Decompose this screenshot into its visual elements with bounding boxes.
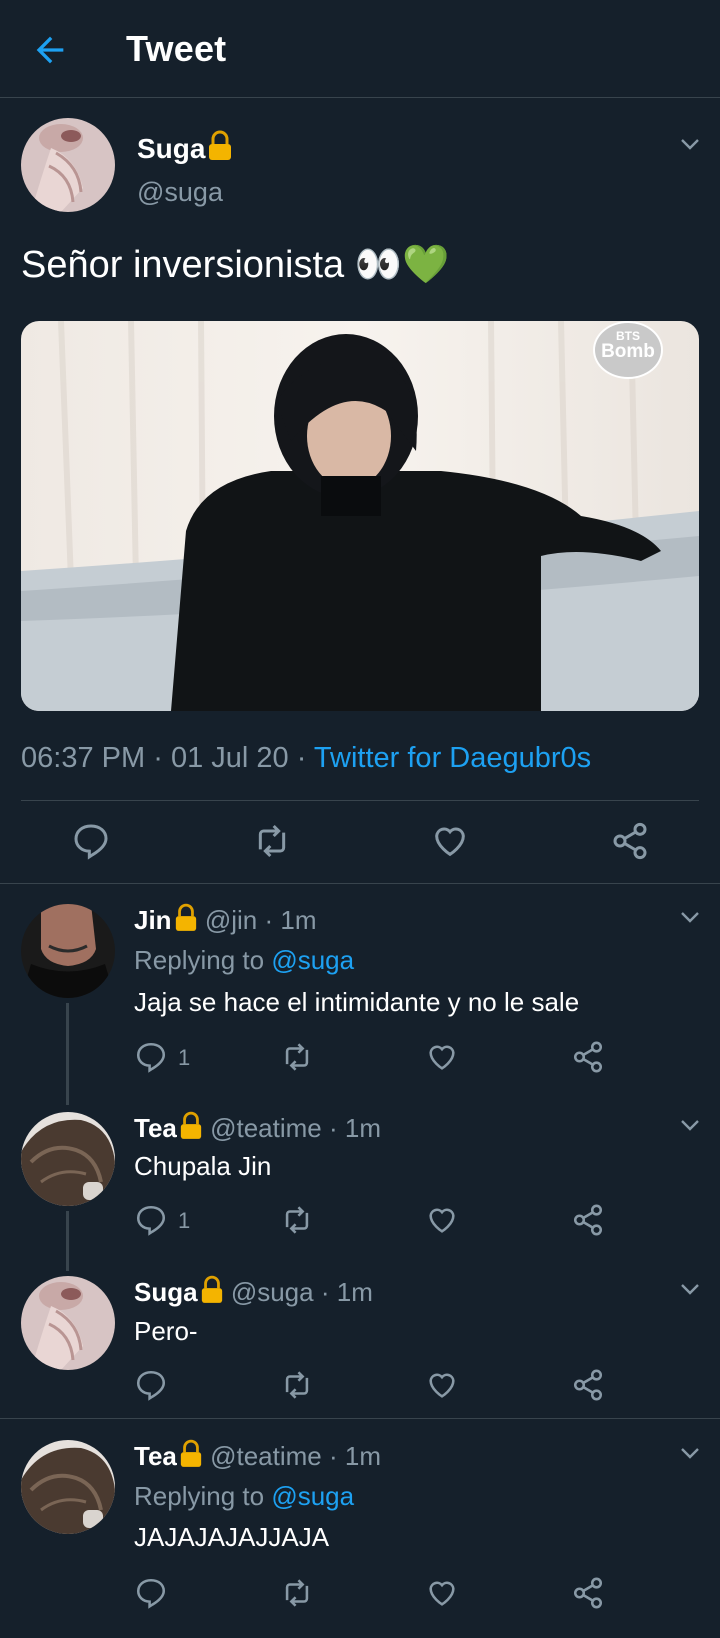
reply-author-handle[interactable]: @teatime — [210, 1441, 322, 1471]
tweet-media-image[interactable]: BTS Bomb — [21, 321, 699, 711]
reply-author-name[interactable]: Tea — [134, 1113, 177, 1143]
reply-icon[interactable] — [134, 1576, 168, 1610]
like-heart-icon[interactable] — [430, 821, 470, 861]
replying-to-link[interactable]: @suga — [271, 945, 354, 975]
reply-icon[interactable] — [134, 1368, 168, 1402]
reply-text: Chupala Jin — [134, 1151, 272, 1181]
tweet-text: Señor inversionista 👀💚 — [21, 244, 450, 286]
reply-author-name[interactable]: Tea — [134, 1441, 177, 1471]
reply-author-handle[interactable]: @teatime — [210, 1113, 322, 1143]
share-icon[interactable] — [571, 1368, 605, 1402]
retweet-icon[interactable] — [280, 1576, 314, 1610]
tweet-date: 01 Jul 20 — [170, 742, 289, 774]
author-handle[interactable]: @suga — [137, 177, 223, 208]
reply-icon[interactable] — [134, 1040, 168, 1074]
reply-header: Jin @jin · 1m — [134, 903, 317, 935]
divider — [0, 1418, 720, 1419]
replying-to: Replying to @suga — [134, 945, 355, 975]
replying-to: Replying to @suga — [134, 1481, 355, 1511]
page-title: Tweet — [126, 28, 227, 69]
replying-to-link[interactable]: @suga — [271, 1481, 354, 1511]
tweet-meta: 06:37 PM · 01 Jul 20 · Twitter for Daegu… — [21, 742, 592, 774]
chevron-down-icon[interactable] — [678, 1277, 702, 1301]
reply-time: 1m — [344, 1113, 382, 1143]
reply-count: 1 — [178, 1045, 191, 1070]
lock-icon — [180, 1439, 202, 1467]
avatar-tea[interactable] — [21, 1112, 115, 1206]
chevron-down-icon[interactable] — [678, 1113, 702, 1137]
share-icon[interactable] — [571, 1203, 605, 1237]
reply-header: Tea @teatime · 1m — [134, 1111, 382, 1143]
chevron-down-icon[interactable] — [678, 1441, 702, 1465]
share-icon[interactable] — [571, 1040, 605, 1074]
like-heart-icon[interactable] — [425, 1203, 459, 1237]
tweet-time: 06:37 PM — [21, 742, 146, 774]
tweet-source-link[interactable]: Twitter for Daegubr0s — [314, 742, 591, 774]
retweet-icon[interactable] — [252, 821, 292, 861]
lock-icon — [201, 1275, 222, 1303]
share-icon[interactable] — [571, 1576, 605, 1610]
retweet-icon[interactable] — [280, 1040, 314, 1074]
avatar-tea[interactable] — [21, 1440, 115, 1534]
chevron-down-icon[interactable] — [678, 132, 702, 156]
lock-icon — [180, 1111, 202, 1139]
like-heart-icon[interactable] — [425, 1368, 459, 1402]
reply-text: JAJAJAJAJJAJA — [134, 1522, 330, 1552]
chevron-down-icon[interactable] — [678, 905, 702, 929]
reply-header: Tea @teatime · 1m — [134, 1439, 382, 1471]
back-arrow-icon[interactable] — [30, 30, 70, 70]
avatar-jin[interactable] — [21, 904, 115, 998]
thread-line — [66, 1211, 69, 1271]
reply-text: Jaja se hace el intimidante y no le sale — [134, 987, 580, 1017]
retweet-icon[interactable] — [280, 1368, 314, 1402]
reply-time: 1m — [344, 1441, 382, 1471]
divider — [21, 800, 699, 801]
reply-count: 1 — [178, 1208, 191, 1233]
like-heart-icon[interactable] — [425, 1576, 459, 1610]
top-bar: Tweet — [0, 0, 720, 98]
bts-bomb-logo: BTS Bomb — [593, 321, 663, 379]
reply-time: 1m — [280, 905, 317, 935]
lock-icon — [209, 130, 232, 160]
thread-line — [66, 1003, 69, 1105]
retweet-icon[interactable] — [280, 1203, 314, 1237]
avatar-suga[interactable] — [21, 118, 115, 212]
reply-time: 1m — [336, 1277, 373, 1307]
share-icon[interactable] — [610, 821, 650, 861]
like-heart-icon[interactable] — [425, 1040, 459, 1074]
author-name[interactable]: Suga — [137, 130, 233, 165]
lock-icon — [175, 903, 196, 931]
reply-author-name[interactable]: Jin — [134, 905, 172, 935]
reply-icon[interactable] — [134, 1203, 168, 1237]
reply-author-handle[interactable]: @jin — [205, 905, 257, 935]
reply-author-name[interactable]: Suga — [134, 1277, 198, 1307]
reply-icon[interactable] — [71, 821, 111, 861]
reply-header: Suga @suga · 1m — [134, 1275, 373, 1307]
reply-text: Pero- — [134, 1316, 198, 1346]
divider — [0, 883, 720, 884]
avatar-suga[interactable] — [21, 1276, 115, 1370]
reply-author-handle[interactable]: @suga — [231, 1277, 314, 1307]
